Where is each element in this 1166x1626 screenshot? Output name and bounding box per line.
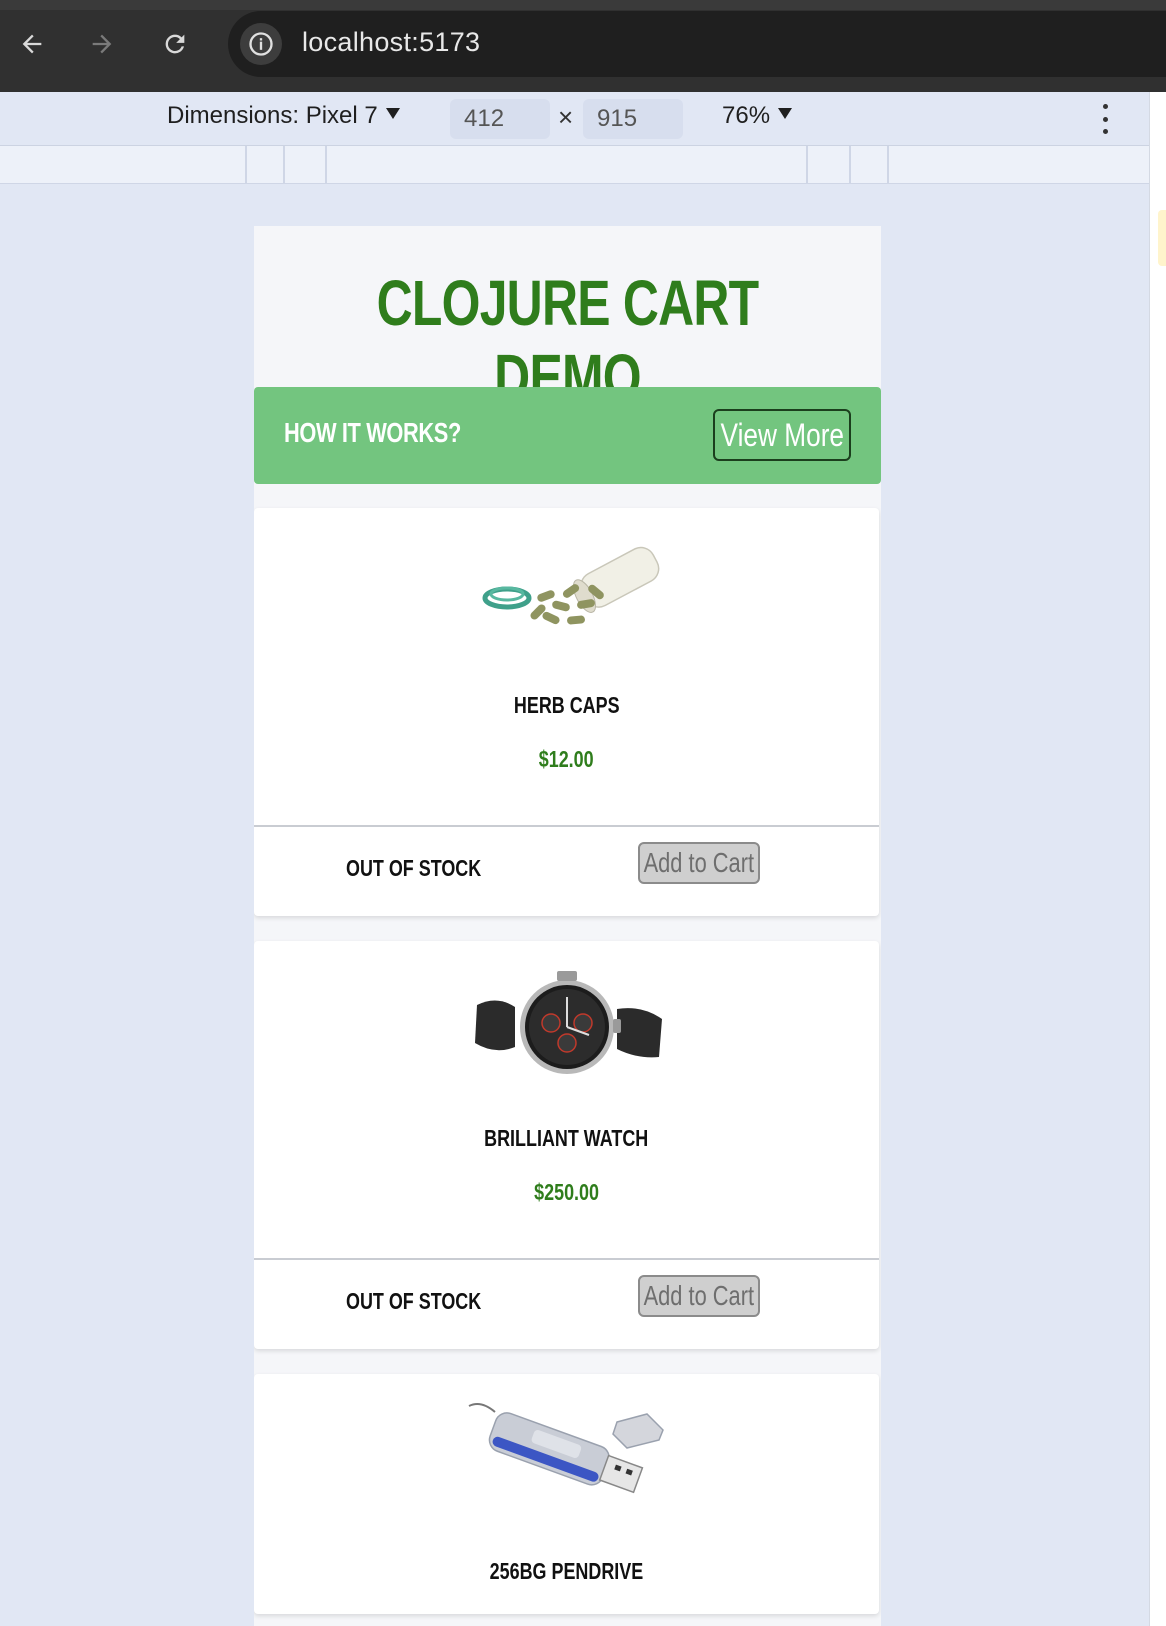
back-button[interactable] xyxy=(10,22,54,66)
stock-status: OUT OF STOCK xyxy=(346,855,482,881)
card-divider xyxy=(254,825,879,827)
height-input[interactable]: 915 xyxy=(583,99,683,139)
back-arrow-icon xyxy=(22,34,42,54)
product-card: BRILLIANT WATCH $250.00 OUT OF STOCK Add… xyxy=(254,941,879,1349)
watch-image xyxy=(474,971,662,1074)
pendrive-image xyxy=(468,1403,664,1494)
dimension-separator: × xyxy=(558,102,574,132)
product-price: $250.00 xyxy=(534,1179,599,1205)
forward-button[interactable] xyxy=(80,22,124,66)
device-toolbar: Dimensions: Pixel 7 412 × 915 76% xyxy=(0,92,1149,146)
zoom-dropdown[interactable]: 76% xyxy=(722,102,793,130)
add-to-cart-button[interactable]: Add to Cart xyxy=(638,842,760,884)
product-name: HERB CAPS xyxy=(513,692,620,718)
view-more-button[interactable]: View More xyxy=(713,409,851,461)
product-card: HERB CAPS $12.00 OUT OF STOCK Add to Car… xyxy=(254,508,879,916)
media-query-ruler xyxy=(0,146,1149,184)
ruler-mark[interactable] xyxy=(849,146,851,184)
card-divider xyxy=(254,1258,879,1260)
site-info-button[interactable] xyxy=(240,23,282,65)
how-it-works-banner: HOW IT WORKS? View More xyxy=(254,387,881,484)
device-viewport: CLOJURE CART DEMO HOW IT WORKS? View Mor… xyxy=(254,226,881,1626)
ruler-mark[interactable] xyxy=(887,146,889,184)
add-to-cart-button[interactable]: Add to Cart xyxy=(638,1275,760,1317)
product-image xyxy=(254,532,879,642)
browser-toolbar: localhost:5173 xyxy=(0,0,1166,92)
product-name: 256BG PENDRIVE xyxy=(489,1558,644,1584)
devtools-side-gutter xyxy=(1149,92,1166,1626)
herb-caps-image xyxy=(482,546,659,625)
url-text[interactable]: localhost:5173 xyxy=(302,27,480,58)
view-more-label: View More xyxy=(720,416,844,453)
address-bar[interactable]: localhost:5173 xyxy=(228,11,1166,77)
ruler-mark[interactable] xyxy=(245,146,247,184)
product-card: 256BG PENDRIVE xyxy=(254,1374,879,1614)
forward-arrow-icon xyxy=(92,34,112,54)
stock-status: OUT OF STOCK xyxy=(346,1288,482,1314)
dimensions-label: Dimensions: Pixel 7 xyxy=(167,102,378,129)
reload-button[interactable] xyxy=(153,22,197,66)
product-name: BRILLIANT WATCH xyxy=(484,1125,649,1151)
product-image xyxy=(254,965,879,1075)
width-input[interactable]: 412 xyxy=(450,99,550,139)
info-icon xyxy=(249,32,273,56)
product-image xyxy=(254,1402,879,1512)
dimensions-dropdown[interactable]: Dimensions: Pixel 7 xyxy=(167,102,400,130)
zoom-value: 76% xyxy=(722,102,771,129)
ruler-mark[interactable] xyxy=(325,146,327,184)
product-price: $12.00 xyxy=(539,746,594,772)
more-options-icon[interactable] xyxy=(1095,104,1115,134)
ruler-mark[interactable] xyxy=(806,146,808,184)
reload-icon xyxy=(165,34,185,54)
ruler-mark[interactable] xyxy=(283,146,285,184)
dropdown-caret-icon xyxy=(385,108,400,120)
tab-strip xyxy=(0,0,1166,10)
gutter-marker xyxy=(1158,210,1166,266)
dropdown-caret-icon xyxy=(778,108,793,120)
how-it-works-label: HOW IT WORKS? xyxy=(284,417,461,448)
